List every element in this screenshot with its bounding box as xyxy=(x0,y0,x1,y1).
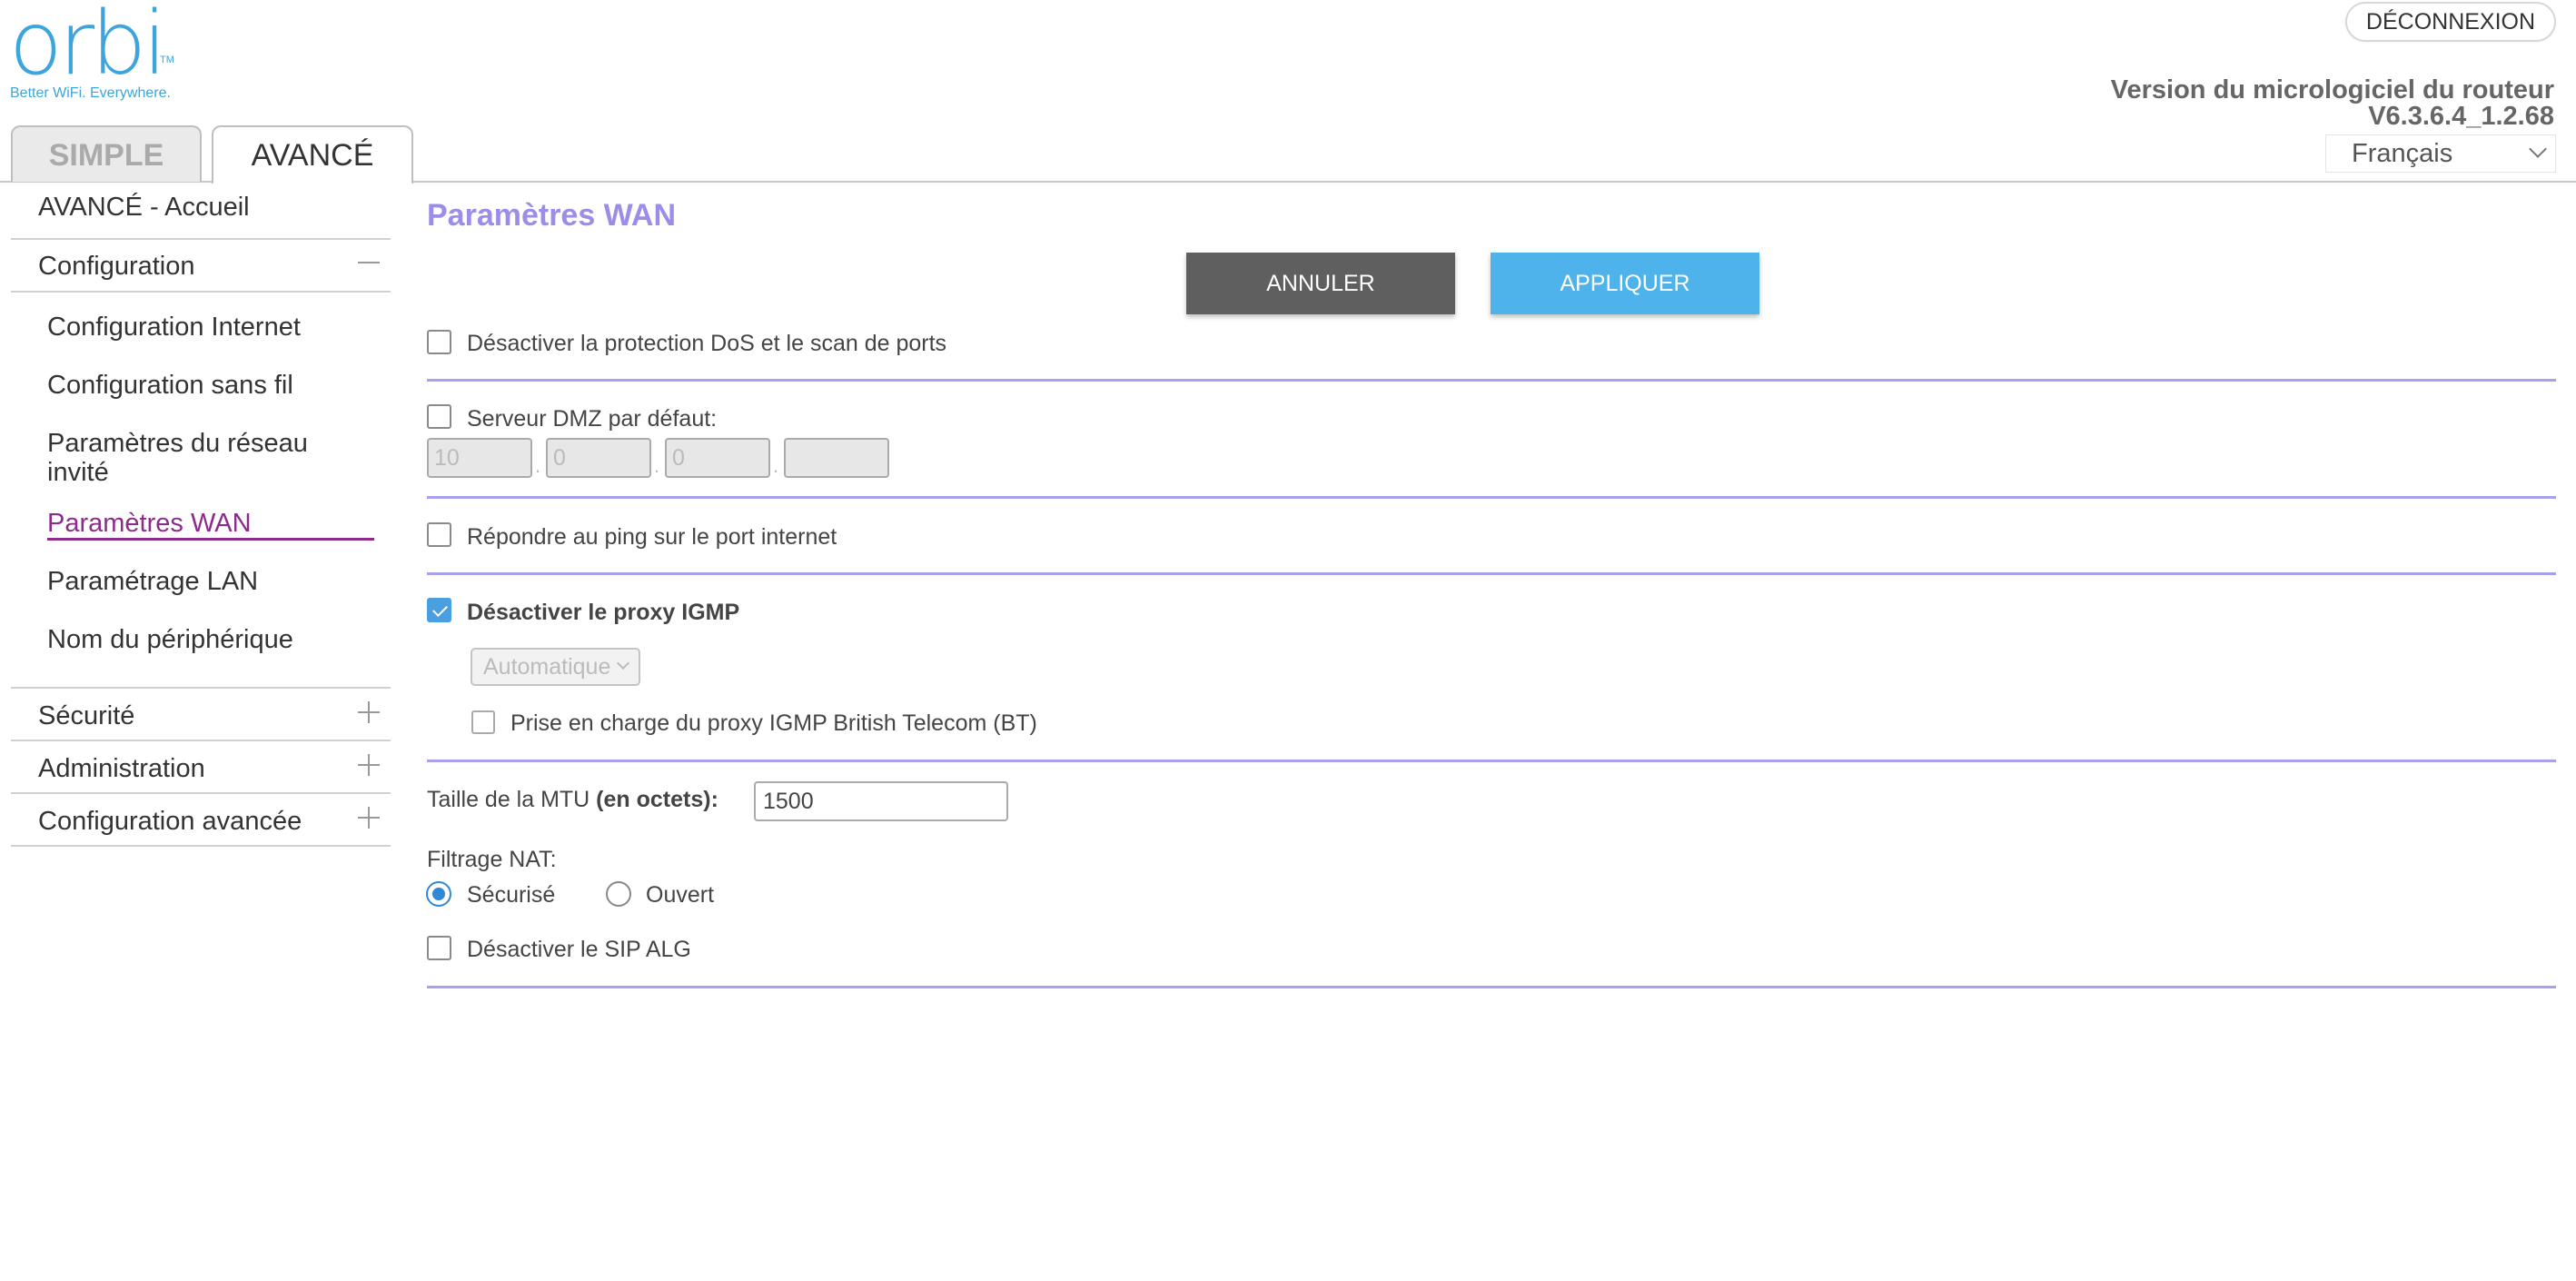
dos-protection-checkbox[interactable] xyxy=(427,330,451,354)
igmp-proxy-label: Désactiver le proxy IGMP xyxy=(467,600,740,625)
sidebar-item-home[interactable]: AVANCÉ - Accueil xyxy=(38,193,418,223)
section-divider xyxy=(427,496,2556,499)
nat-open-label: Ouvert xyxy=(646,882,715,908)
sidebar-divider xyxy=(11,740,391,741)
sidebar-item-wan-settings[interactable]: Paramètres WAN xyxy=(47,509,252,538)
active-indicator xyxy=(47,538,374,541)
igmp-mode-value: Automatique xyxy=(483,654,611,680)
dmz-ip-octet-1[interactable]: 10 xyxy=(427,438,532,478)
ping-response-checkbox[interactable] xyxy=(427,522,451,547)
firmware-version: V6.3.6.4_1.2.68 xyxy=(2368,102,2554,131)
logout-button[interactable]: DÉCONNEXION xyxy=(2345,2,2556,42)
ip-separator: . xyxy=(535,454,541,477)
mtu-label: Taille de la MTU (en octets): xyxy=(427,787,718,812)
section-divider xyxy=(427,986,2556,988)
apply-button[interactable]: APPLIQUER xyxy=(1491,253,1759,314)
sidebar-divider xyxy=(11,687,391,689)
sidebar-item-device-name[interactable]: Nom du périphérique xyxy=(47,625,293,654)
nat-secured-radio[interactable] xyxy=(426,881,451,907)
tab-simple[interactable]: SIMPLE xyxy=(11,125,202,182)
plus-icon[interactable] xyxy=(358,807,380,829)
sidebar-item-lan-setup[interactable]: Paramétrage LAN xyxy=(47,567,258,596)
language-value: Français xyxy=(2352,139,2453,168)
igmp-bt-label: Prise en charge du proxy IGMP British Te… xyxy=(510,710,1037,736)
sidebar-divider xyxy=(11,291,391,293)
sip-alg-label: Désactiver le SIP ALG xyxy=(467,937,691,962)
sidebar-divider xyxy=(11,792,391,794)
section-divider xyxy=(427,379,2556,382)
ping-response-label: Répondre au ping sur le port internet xyxy=(467,524,837,550)
dmz-ip-octet-3[interactable]: 0 xyxy=(665,438,770,478)
chevron-down-icon xyxy=(616,656,630,670)
sidebar-item-internet-config[interactable]: Configuration Internet xyxy=(47,313,301,342)
language-select[interactable]: Français xyxy=(2325,134,2556,173)
nat-open-radio[interactable] xyxy=(606,881,631,907)
sidebar-item-guest-network[interactable]: Paramètres du réseau invité xyxy=(47,429,347,487)
nat-secured-label: Sécurisé xyxy=(467,882,556,908)
nat-filtering-label: Filtrage NAT: xyxy=(427,847,557,872)
plus-icon[interactable] xyxy=(358,701,380,723)
sidebar-item-wireless-config[interactable]: Configuration sans fil xyxy=(47,371,293,400)
dmz-ip-octet-4[interactable] xyxy=(784,438,889,478)
igmp-proxy-checkbox[interactable] xyxy=(427,598,451,622)
igmp-bt-checkbox[interactable] xyxy=(471,710,495,734)
orbi-logo: orbi TM Better WiFi. Everywhere. xyxy=(9,0,182,104)
minus-icon[interactable] xyxy=(358,252,380,273)
ip-separator: . xyxy=(773,454,779,477)
cancel-button[interactable]: ANNULER xyxy=(1186,253,1455,314)
section-divider xyxy=(427,760,2556,762)
tab-advanced[interactable]: AVANCÉ xyxy=(212,125,413,184)
dos-protection-label: Désactiver la protection DoS et le scan … xyxy=(467,331,947,356)
page-title: Paramètres WAN xyxy=(427,198,677,233)
plus-icon[interactable] xyxy=(358,754,380,776)
logo-tagline: Better WiFi. Everywhere. xyxy=(10,85,171,101)
sidebar-item-label: Configuration avancée xyxy=(38,807,302,836)
ip-separator: . xyxy=(654,454,660,477)
sidebar-divider xyxy=(11,238,391,240)
dmz-ip-octet-2[interactable]: 0 xyxy=(546,438,651,478)
logo-trademark: TM xyxy=(160,55,174,65)
chevron-down-icon xyxy=(2529,140,2547,158)
mtu-input[interactable]: 1500 xyxy=(754,781,1008,821)
sip-alg-checkbox[interactable] xyxy=(427,936,451,960)
dmz-checkbox[interactable] xyxy=(427,404,451,429)
dmz-label: Serveur DMZ par défaut: xyxy=(467,406,718,432)
section-divider xyxy=(427,572,2556,575)
igmp-mode-select[interactable]: Automatique xyxy=(471,648,640,686)
sidebar-item-label: Configuration xyxy=(38,252,195,281)
sidebar-item-label: Administration xyxy=(38,754,205,783)
logo-wordmark: orbi xyxy=(9,0,167,94)
sidebar-divider xyxy=(11,845,391,847)
sidebar-item-label: Sécurité xyxy=(38,701,135,730)
